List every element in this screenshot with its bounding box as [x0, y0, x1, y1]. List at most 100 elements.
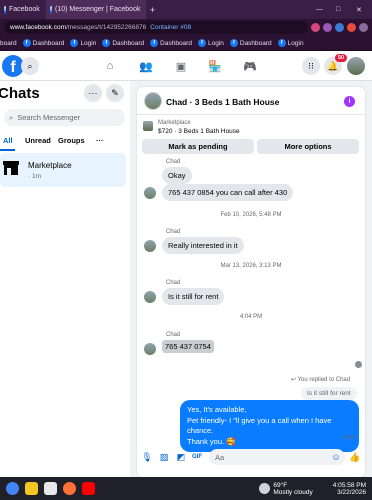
sender-avatar [144, 187, 156, 199]
facebook-favicon-icon: f [229, 39, 238, 47]
facebook-favicon-icon: f [102, 39, 111, 47]
microphone-icon[interactable]: 🎙 [141, 452, 152, 462]
message-input[interactable]: Aa [209, 449, 345, 465]
received-message[interactable]: Is it still for rent [162, 288, 225, 305]
facebook-favicon-icon: f [150, 39, 159, 47]
facebook-favicon-icon: f [70, 39, 79, 47]
tab-label: (10) Messenger | Facebook [55, 6, 141, 13]
listing-avatar[interactable] [144, 92, 162, 110]
bookmark[interactable]: f Dashboard [229, 39, 272, 47]
chrome-icon[interactable] [6, 482, 19, 495]
listing-label: Marketplace [158, 120, 191, 126]
container-label: Container #08 [150, 24, 192, 31]
date: 3/22/2026 [337, 488, 366, 496]
bookmark[interactable]: f Login [197, 39, 224, 47]
sender-avatar [144, 291, 156, 303]
bookmark[interactable]: board [0, 40, 17, 47]
new-tab-button[interactable]: + [146, 0, 159, 19]
gif-icon[interactable]: GIF [192, 452, 202, 462]
clock[interactable]: 4:05:58 PM 3/22/2026 [333, 482, 366, 496]
filter-unread[interactable]: Unread [25, 136, 51, 145]
filter-all-underline [0, 149, 15, 151]
filter-more[interactable]: ··· [96, 136, 104, 145]
friends-icon[interactable]: 👥 [135, 57, 157, 75]
listing-thumbnail[interactable] [143, 121, 153, 131]
chats-title: Chats [0, 85, 40, 102]
conversation-item[interactable]: Marketplace · 1m [0, 153, 126, 187]
weather-icon[interactable] [259, 483, 271, 494]
timestamp: 4:04 PM [239, 314, 263, 320]
bookmark[interactable]: f Dashboard [150, 39, 192, 47]
sticker-icon[interactable]: ◩ [176, 452, 186, 462]
extension-icon[interactable] [323, 23, 332, 32]
extension-icon[interactable] [311, 23, 320, 32]
like-icon[interactable]: 👍 [349, 452, 360, 462]
bookmark[interactable]: f Dashboard [102, 39, 144, 47]
bookmark[interactable]: f Login [277, 39, 304, 47]
notification-badge: 50 [335, 54, 348, 62]
conversation-name: Marketplace [28, 161, 72, 170]
seen-avatar-icon [355, 361, 362, 368]
facebook-favicon-icon: f [50, 5, 52, 14]
message-status: Sent [343, 435, 356, 441]
search-icon[interactable]: ⌕ [21, 57, 39, 75]
timestamp: Mar 13, 2026, 3:13 PM [220, 263, 282, 269]
conversation-title[interactable]: Chad · 3 Beds 1 Bath House [166, 97, 279, 107]
tab-label: Facebook [9, 6, 40, 13]
reply-indicator: ↩ You replied to Chad [291, 377, 351, 383]
maximize-button[interactable]: □ [332, 0, 352, 19]
weather-widget[interactable]: 69°F Mostly cloudy [273, 482, 312, 496]
bookmark[interactable]: f Login [70, 39, 96, 47]
conversation-time: · 1m [28, 173, 41, 180]
home-icon[interactable]: ⌂ [99, 57, 121, 75]
tab-messenger[interactable]: f (10) Messenger | Facebook ✕ [46, 0, 146, 19]
received-message-highlighted[interactable]: 765 437 0754 [162, 340, 214, 353]
facebook-favicon-icon: f [22, 39, 31, 47]
time: 4:05:58 PM [332, 481, 366, 489]
minimize-button[interactable]: — [312, 0, 332, 19]
sent-message-line: Pet friendly- I "ll give you a call when… [187, 415, 332, 436]
received-message[interactable]: Really interested in it [162, 237, 244, 254]
info-icon[interactable]: i [344, 96, 355, 107]
mark-as-pending-button[interactable]: Mark as pending [142, 139, 254, 154]
file-explorer-icon[interactable] [25, 482, 38, 495]
facebook-favicon-icon: f [197, 39, 206, 47]
url-field[interactable]: www.facebook.com /messages/t/14295226687… [4, 21, 308, 34]
marketplace-icon[interactable]: 🏪 [204, 57, 226, 75]
marketplace-shop-icon [3, 161, 19, 175]
filter-groups[interactable]: Groups [58, 136, 85, 145]
temperature: 69°F [273, 481, 288, 489]
firefox-icon[interactable] [63, 482, 76, 495]
emoji-icon[interactable]: ☺ [331, 452, 341, 462]
conversation-header: Chad · 3 Beds 1 Bath House i [137, 87, 365, 115]
sender-avatar [144, 343, 156, 355]
image-icon[interactable]: ▨ [159, 452, 169, 462]
bookmarks-bar: board f Dashboard f Login f Dashboard f Dash… [0, 36, 372, 51]
quoted-message[interactable]: Is it still for rent [301, 387, 357, 400]
app-icon[interactable] [44, 482, 57, 495]
extension-icon[interactable] [335, 23, 344, 32]
search-icon: ⌕ [9, 112, 14, 122]
profile-avatar[interactable] [347, 57, 365, 75]
new-message-icon[interactable]: ✎ [106, 84, 124, 102]
video-app-icon[interactable] [82, 482, 95, 495]
watch-icon[interactable]: ▣ [170, 57, 192, 75]
facebook-favicon-icon: f [277, 39, 286, 47]
more-options-icon[interactable]: ··· [84, 84, 102, 102]
received-message[interactable]: Okay [162, 167, 192, 184]
search-placeholder: Search Messenger [17, 113, 81, 122]
gaming-icon[interactable]: 🎮 [239, 57, 261, 75]
tab-facebook[interactable]: f Facebook ✕ [0, 0, 46, 19]
extension-icon[interactable] [347, 23, 356, 32]
search-messenger-input[interactable]: ⌕ Search Messenger [4, 109, 125, 126]
received-message[interactable]: 765 437 0854 you can call after 430 [162, 184, 294, 201]
message-input-placeholder: Aa [215, 452, 225, 462]
menu-grid-icon[interactable]: ⁝⁝ [302, 57, 320, 75]
url-host: www.facebook.com [10, 24, 66, 31]
close-window-button[interactable]: ✕ [352, 0, 372, 19]
filter-all[interactable]: All [3, 136, 13, 145]
menu-icon[interactable] [359, 23, 368, 32]
more-options-button[interactable]: More options [257, 139, 359, 154]
listing-detail: $720 · 3 Beds 1 Bath House [158, 128, 240, 135]
bookmark[interactable]: f Dashboard [22, 39, 64, 47]
